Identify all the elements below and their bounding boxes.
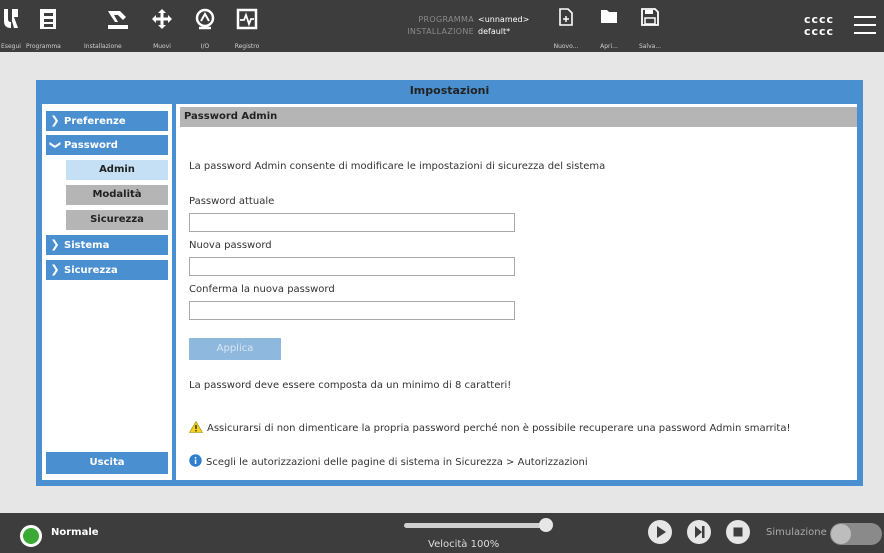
new-password-label: Nuova password xyxy=(189,240,272,251)
info-icon xyxy=(189,454,202,467)
sidebar-subitem-mode[interactable]: Modalità xyxy=(66,185,168,205)
folder-icon xyxy=(601,10,617,23)
nav-label: Esegui xyxy=(1,43,21,50)
nav-label: Registro xyxy=(234,43,260,50)
nav-log[interactable]: Registro xyxy=(230,0,264,52)
speed-slider-handle[interactable] xyxy=(539,518,553,532)
program-name: <unnamed> xyxy=(478,15,530,24)
simulation-label: Simulazione xyxy=(766,527,827,538)
log-icon xyxy=(236,8,258,30)
new-password-field[interactable] xyxy=(189,257,515,276)
stop-button[interactable] xyxy=(726,520,750,544)
description-text: La password Admin consente di modificare… xyxy=(189,161,606,172)
chevron-down-icon: ❯ xyxy=(49,140,62,150)
dialog-title: Impostazioni xyxy=(409,84,490,97)
sidebar-item-label: Sistema xyxy=(64,240,110,251)
current-password-label: Password attuale xyxy=(189,196,275,207)
play-button[interactable] xyxy=(648,520,672,544)
step-icon xyxy=(695,526,705,538)
apply-button[interactable]: Applica xyxy=(189,338,281,360)
confirm-password-field[interactable] xyxy=(189,301,515,320)
sidebar-item-label: Password xyxy=(64,140,118,151)
nav-run[interactable]: Esegui xyxy=(0,0,22,52)
installation-name: default* xyxy=(478,27,511,36)
min-length-text: La password deve essere composta da un m… xyxy=(189,380,512,391)
speed-slider[interactable] xyxy=(404,523,546,528)
move-icon xyxy=(152,9,172,29)
user-info: cccc cccc xyxy=(804,14,834,38)
program-icon xyxy=(40,9,56,29)
sidebar-item-label: Preferenze xyxy=(64,116,126,127)
nav-installation[interactable]: Installazione xyxy=(84,0,148,52)
chevron-right-icon: ❯ xyxy=(50,263,60,276)
sidebar-item-security[interactable]: ❯ Sicurezza xyxy=(46,260,168,280)
save-label: Salva... xyxy=(638,43,662,50)
settings-dialog: Impostazioni ❯ Preferenze ❯ Password Admin… xyxy=(36,80,863,486)
nav-label: I/O xyxy=(200,43,210,50)
nav-move[interactable]: Muovi xyxy=(147,0,177,52)
user-line: cccc xyxy=(804,25,835,38)
warning-icon xyxy=(188,420,204,433)
stop-icon xyxy=(733,527,743,537)
settings-sidebar: ❯ Preferenze ❯ Password Admin Modalità Sic… xyxy=(42,104,172,480)
info-text: Scegli le autorizzazioni delle pagine di… xyxy=(206,457,588,468)
step-button[interactable] xyxy=(687,520,711,544)
sidebar-subitem-admin[interactable]: Admin xyxy=(66,160,168,180)
top-bar: Esegui Programma Installazione Muovi I/O xyxy=(0,0,884,52)
hamburger-menu-icon[interactable] xyxy=(854,16,876,40)
confirm-password-label: Conferma la nuova password xyxy=(189,284,335,295)
sidebar-subitem-safety[interactable]: Sicurezza xyxy=(66,210,168,230)
nav-program[interactable]: Programma xyxy=(26,0,90,52)
warning-row: Assicurarsi di non dimenticare la propri… xyxy=(188,420,791,434)
nav-label: Installazione xyxy=(84,43,122,50)
save-icon xyxy=(641,8,659,26)
installation-icon xyxy=(108,11,128,29)
program-key: PROGRAMMA xyxy=(418,15,474,24)
robot-status: Normale xyxy=(51,527,99,538)
new-button[interactable]: Nuovo... xyxy=(552,0,580,52)
sidebar-item-preferences[interactable]: ❯ Preferenze xyxy=(46,111,168,131)
nav-label: Programma xyxy=(26,43,61,50)
new-file-icon xyxy=(559,8,573,26)
bottom-bar: Normale Velocità 100% Simulazione xyxy=(0,513,884,553)
sidebar-item-system[interactable]: ❯ Sistema xyxy=(46,235,168,255)
status-indicator-icon[interactable] xyxy=(20,525,42,547)
chevron-right-icon: ❯ xyxy=(50,238,60,251)
new-label: Nuovo... xyxy=(553,43,579,50)
password-panel: Password Admin La password Admin consent… xyxy=(176,104,857,480)
exit-button[interactable]: Uscita xyxy=(46,452,168,474)
speed-label: Velocità 100% xyxy=(428,539,500,550)
installation-key: INSTALLAZIONE xyxy=(407,27,474,36)
nav-label: Muovi xyxy=(153,43,171,50)
nav-io[interactable]: I/O xyxy=(190,0,220,52)
panel-header: Password Admin xyxy=(180,107,857,127)
chevron-right-icon: ❯ xyxy=(50,114,60,127)
toggle-knob xyxy=(831,524,851,544)
sidebar-item-label: Sicurezza xyxy=(64,265,118,276)
open-label: Apri... xyxy=(600,43,618,50)
sidebar-item-password[interactable]: ❯ Password xyxy=(46,135,168,155)
info-row: Scegli le autorizzazioni delle pagine di… xyxy=(189,454,588,468)
current-password-field[interactable] xyxy=(189,213,515,232)
program-info: PROGRAMMA <unnamed> INSTALLAZIONE default* xyxy=(404,14,529,38)
play-icon xyxy=(657,526,666,538)
warning-text: Assicurarsi di non dimenticare la propri… xyxy=(207,423,791,434)
io-icon xyxy=(195,8,215,30)
open-button[interactable]: Apri... xyxy=(596,0,622,52)
save-button[interactable]: Salva... xyxy=(636,0,664,52)
ur-logo-icon xyxy=(4,9,18,28)
simulation-toggle[interactable] xyxy=(830,523,882,545)
